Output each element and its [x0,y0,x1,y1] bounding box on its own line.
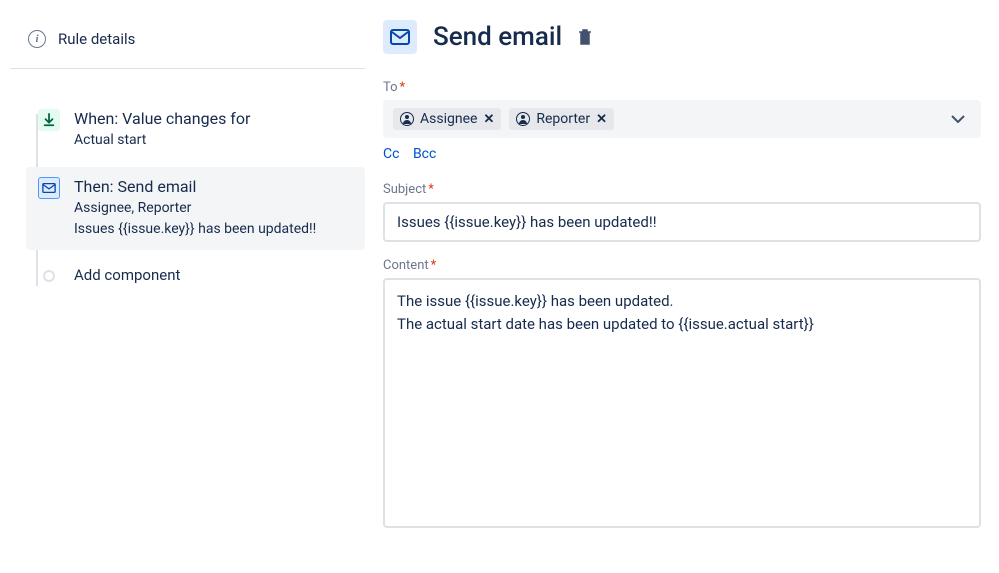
trigger-sub: Actual start [74,130,353,151]
to-field[interactable]: Assignee ✕ Reporter ✕ [383,100,981,138]
content-label: Content* [383,258,981,273]
action-title: Then: Send email [74,177,353,196]
action-sub1: Assignee, Reporter [74,198,353,219]
subject-input[interactable] [383,202,981,242]
rule-details-label: Rule details [58,30,135,48]
recipient-chip-assignee: Assignee ✕ [393,108,501,130]
person-icon [400,112,414,126]
add-component-label: Add component [74,266,353,284]
empty-step-icon [43,270,55,282]
rule-details-header[interactable]: i Rule details [10,20,365,69]
chevron-down-icon[interactable] [945,115,971,123]
content-textarea[interactable] [383,278,981,528]
recipient-chip-reporter: Reporter ✕ [509,108,614,130]
action-step[interactable]: Then: Send email Assignee, Reporter Issu… [26,167,365,250]
page-title: Send email [433,22,562,52]
email-icon [383,20,417,54]
delete-button[interactable] [578,29,592,45]
trigger-step[interactable]: When: Value changes for Actual start [26,99,365,161]
bcc-link[interactable]: Bcc [413,146,436,162]
info-icon: i [28,30,46,48]
subject-label: Subject* [383,182,981,197]
to-label: To* [383,80,981,95]
person-icon [516,112,530,126]
add-component-step[interactable]: Add component [26,256,365,296]
remove-chip-button[interactable]: ✕ [596,112,607,127]
cc-link[interactable]: Cc [383,146,399,162]
trigger-title: When: Value changes for [74,109,353,128]
email-icon [38,177,60,199]
action-sub2: Issues {{issue.key}} has been updated!! [74,219,353,240]
trigger-icon [38,109,60,131]
remove-chip-button[interactable]: ✕ [483,112,494,127]
